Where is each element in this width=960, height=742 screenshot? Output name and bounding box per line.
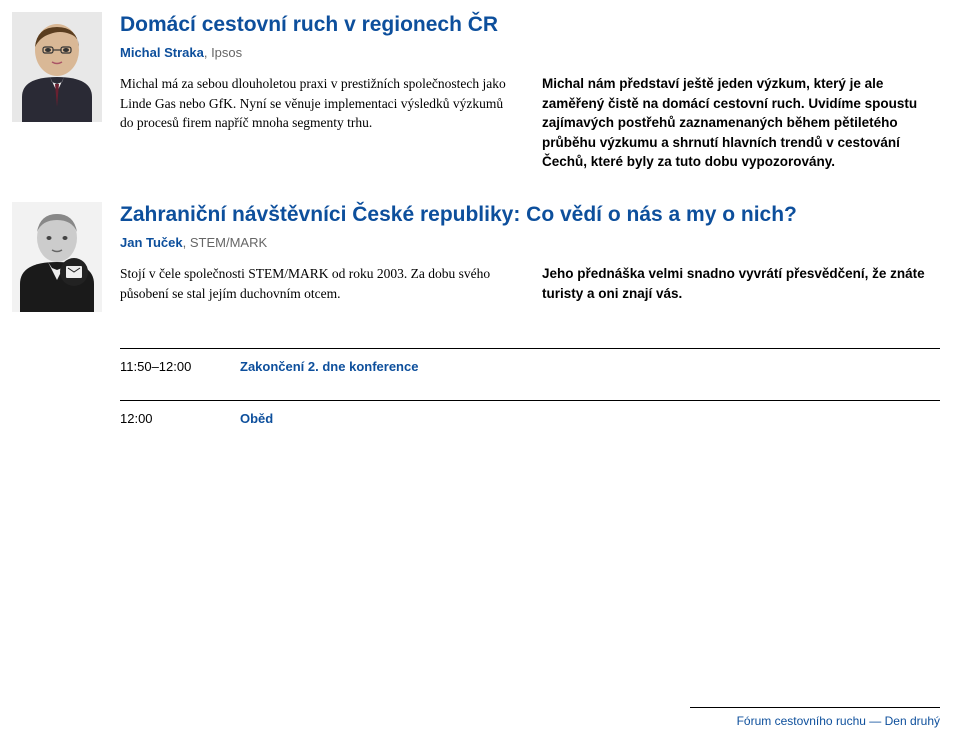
schedule-row: 11:50–12:00 Zakončení 2. dne konference bbox=[120, 348, 940, 400]
speaker-org: , Ipsos bbox=[204, 45, 242, 60]
talk-section-1: Domácí cestovní ruch v regionech ČR Mich… bbox=[0, 0, 960, 172]
page-footer: Fórum cestovního ruchu — Den druhý bbox=[690, 707, 940, 728]
speaker-photo-1 bbox=[12, 12, 102, 122]
speaker-name: Michal Straka bbox=[120, 45, 204, 60]
talk-byline: Michal Straka, Ipsos bbox=[120, 45, 940, 60]
schedule-row: 12:00 Oběd bbox=[120, 400, 940, 452]
schedule-label: Oběd bbox=[240, 411, 273, 426]
talk-content-2: Zahraniční návštěvníci České republiky: … bbox=[120, 202, 940, 312]
talk-title: Zahraniční návštěvníci České republiky: … bbox=[120, 202, 940, 227]
talk-byline: Jan Tuček, STEM/MARK bbox=[120, 235, 940, 250]
abstract-text: Jeho přednáška velmi snadno vyvrátí přes… bbox=[542, 264, 940, 303]
talk-title: Domácí cestovní ruch v regionech ČR bbox=[120, 12, 940, 37]
bio-text: Stojí v čele společnosti STEM/MARK od ro… bbox=[120, 264, 518, 303]
person-icon bbox=[12, 202, 102, 312]
speaker-photo-2 bbox=[12, 202, 102, 312]
person-icon bbox=[12, 12, 102, 122]
talk-section-2: Zahraniční návštěvníci České republiky: … bbox=[0, 190, 960, 312]
talk-columns: Stojí v čele společnosti STEM/MARK od ro… bbox=[120, 264, 940, 303]
schedule-time: 11:50–12:00 bbox=[120, 359, 200, 374]
abstract-text: Michal nám představí ještě jeden výzkum,… bbox=[542, 74, 940, 172]
schedule: 11:50–12:00 Zakončení 2. dne konference … bbox=[120, 348, 940, 452]
bio-text: Michal má za sebou dlouholetou praxi v p… bbox=[120, 74, 518, 172]
speaker-org: , STEM/MARK bbox=[183, 235, 268, 250]
schedule-time: 12:00 bbox=[120, 411, 200, 426]
speaker-name: Jan Tuček bbox=[120, 235, 183, 250]
talk-columns: Michal má za sebou dlouholetou praxi v p… bbox=[120, 74, 940, 172]
talk-content-1: Domácí cestovní ruch v regionech ČR Mich… bbox=[120, 12, 940, 172]
schedule-label: Zakončení 2. dne konference bbox=[240, 359, 418, 374]
